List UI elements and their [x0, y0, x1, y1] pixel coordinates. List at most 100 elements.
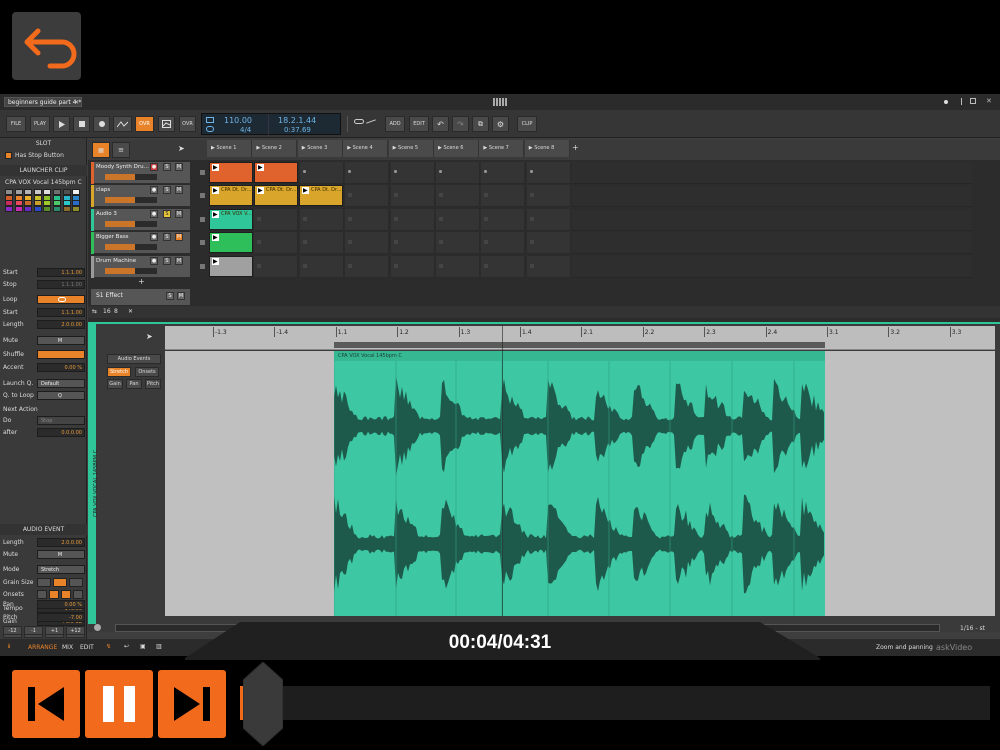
footer-icon-a[interactable]: ⇆ — [92, 308, 97, 315]
scene-1[interactable]: ▶ Scene 1 — [207, 140, 252, 157]
clip-play-icon[interactable]: ▶ — [212, 187, 219, 195]
clip-synth-2[interactable]: ▶ — [254, 162, 298, 183]
clip-slot[interactable] — [481, 232, 526, 255]
footer-close-icon[interactable]: ✕ — [128, 308, 133, 315]
insp-loop[interactable]: Loop — [3, 295, 85, 305]
track-volume-slider[interactable] — [105, 244, 157, 251]
scene-6[interactable]: ▶ Scene 6 — [434, 140, 479, 157]
clip-slot[interactable] — [345, 185, 390, 208]
tempo-value[interactable]: 110.00 — [224, 116, 252, 125]
clip-slot[interactable] — [299, 255, 344, 278]
ae-length[interactable]: Length 2.0.0.00 — [3, 538, 85, 548]
clip-play-icon[interactable]: ▶ — [257, 164, 264, 171]
insp-start[interactable]: Start 1.1.1.00 — [3, 268, 85, 278]
progress-track[interactable] — [240, 686, 990, 720]
insp-do[interactable]: Do Stop — [3, 416, 85, 426]
clip-play-icon[interactable]: ▶ — [302, 187, 309, 195]
insp-shuffle[interactable]: Shuffle — [3, 350, 85, 360]
clip-play-icon[interactable]: ▶ — [257, 187, 264, 195]
track-header[interactable]: Audio 3 ● S M — [91, 208, 190, 231]
settings-button[interactable]: ⚙ — [492, 116, 509, 132]
track-rec-arm[interactable]: ● — [150, 186, 158, 195]
onset-btn-2[interactable] — [49, 590, 59, 599]
clip-synth-1[interactable]: ▶ — [209, 162, 253, 183]
project-tab[interactable]: beginners guide part 4 * ✕ — [4, 97, 82, 107]
track-mute[interactable]: M — [175, 186, 183, 195]
track-header[interactable]: Drum Machine ● S M — [91, 255, 190, 278]
track-rec-arm[interactable]: ● — [150, 256, 158, 265]
clip-slot[interactable] — [254, 208, 299, 231]
track-volume-slider[interactable] — [105, 220, 157, 227]
audio-clip[interactable]: CPA VOX Vocal 145bpm C — [334, 351, 825, 616]
loop-small-icon[interactable] — [206, 126, 214, 132]
clip-play-icon[interactable]: ▶ — [212, 210, 219, 218]
playhead[interactable] — [502, 326, 503, 616]
onset-btn-4[interactable] — [73, 590, 83, 599]
fx-solo[interactable]: S — [166, 292, 174, 300]
clip-slot[interactable] — [345, 232, 390, 255]
clip-slot[interactable] — [299, 162, 344, 184]
undo-button[interactable]: ↶ — [432, 116, 449, 132]
color-swatch[interactable] — [43, 205, 52, 212]
clip-drum[interactable]: ▶ — [209, 255, 253, 277]
color-swatch[interactable] — [72, 205, 81, 212]
ae-grain-size[interactable]: Grain Size — [3, 578, 85, 588]
has-stop-checkbox[interactable] — [5, 152, 12, 159]
clip-slot[interactable] — [436, 185, 480, 208]
pointer-tool-icon[interactable]: ➤ — [178, 144, 185, 153]
stretch-button[interactable]: Stretch — [107, 367, 131, 377]
automation-button[interactable] — [113, 116, 132, 132]
track-mute[interactable]: M — [175, 209, 183, 218]
pitch-button[interactable]: Pitch — [145, 379, 161, 389]
window-dot-icon[interactable] — [944, 100, 948, 104]
clip-slot[interactable] — [345, 208, 390, 231]
pan-button[interactable]: Pan — [126, 379, 142, 389]
add-track-icon[interactable]: + — [138, 277, 145, 286]
metronome-icon[interactable] — [206, 117, 214, 123]
track-volume-slider[interactable] — [105, 197, 157, 204]
back-button[interactable] — [12, 12, 81, 80]
list-view-button[interactable]: ≡ — [112, 142, 130, 158]
copy-button[interactable]: ⧉ — [472, 116, 489, 132]
clip-slot[interactable] — [390, 162, 435, 184]
color-swatch[interactable] — [33, 205, 42, 212]
play-button[interactable] — [53, 116, 70, 132]
scene-2[interactable]: ▶ Scene 2 — [252, 140, 298, 157]
onset-btn-1[interactable] — [37, 590, 47, 599]
ae-onsets[interactable]: Onsets — [3, 590, 85, 600]
track-stop-button[interactable] — [200, 170, 205, 175]
color-swatches[interactable] — [5, 189, 83, 212]
clip-slot[interactable] — [526, 232, 571, 255]
track-solo[interactable]: S — [163, 163, 171, 171]
scene-3[interactable]: ▶ Scene 3 — [297, 140, 343, 157]
restore-icon[interactable] — [970, 98, 976, 104]
clip-claps-3[interactable]: ▶ CPA Dt. Dr... — [299, 185, 343, 207]
track-header[interactable]: Moody Synth Dru... ● S M — [91, 162, 190, 184]
gain-button[interactable]: Gain — [107, 379, 123, 389]
grain-btn-1[interactable] — [37, 578, 51, 587]
scene-7[interactable]: ▶ Scene 7 — [479, 140, 525, 157]
file-button[interactable]: FILE — [6, 116, 26, 132]
clip-claps-2[interactable]: ▶ CPA Dt. Dr... — [254, 185, 298, 207]
track-stop-button[interactable] — [200, 240, 205, 246]
track-stop-button[interactable] — [200, 263, 205, 269]
launcher-automation-button[interactable] — [158, 116, 175, 132]
clip-slot[interactable] — [436, 255, 480, 278]
next-button[interactable] — [158, 670, 226, 738]
track-mute[interactable]: M — [175, 233, 183, 242]
clip-slot[interactable] — [526, 162, 571, 184]
scene-4[interactable]: ▶ Scene 4 — [343, 140, 389, 157]
clip-slot[interactable] — [345, 162, 390, 184]
insp-loop-start[interactable]: Start 1.1.1.00 — [3, 308, 85, 318]
position-value[interactable]: 18.2.1.44 — [278, 116, 316, 125]
ae-mute[interactable]: Mute M — [3, 550, 85, 560]
clip-play-icon[interactable]: ▶ — [212, 234, 219, 242]
color-swatch[interactable] — [14, 205, 23, 212]
clip-slot[interactable] — [481, 208, 526, 231]
minimize-icon[interactable] — [961, 98, 966, 105]
pause-button[interactable] — [85, 670, 153, 738]
insp-stop[interactable]: Stop 1.1.1.00 — [3, 280, 85, 290]
clip-slot[interactable] — [254, 255, 299, 278]
clip-slot[interactable] — [390, 232, 435, 255]
time-signature[interactable]: 4/4 — [240, 126, 251, 134]
